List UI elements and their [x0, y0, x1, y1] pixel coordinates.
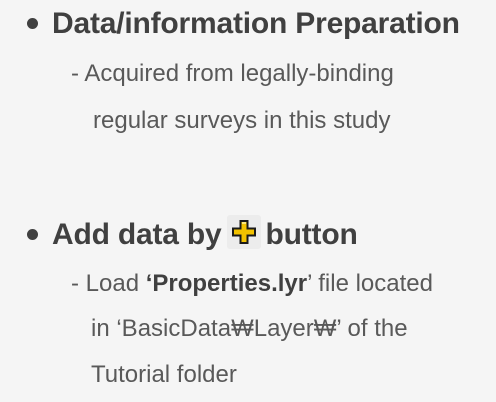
bullet-dot	[27, 229, 38, 240]
sub-line: Tutorial folder	[91, 361, 237, 388]
sub-text: - Load	[71, 270, 146, 297]
heading-prefix: Add data by	[52, 218, 222, 251]
sub-text: ’ file located	[307, 270, 433, 297]
sub-line: in ‘BasicData₩Layer₩’ of the	[91, 315, 408, 342]
add-data-plus-icon	[227, 215, 262, 249]
sub-line: regular surveys in this study	[93, 107, 391, 134]
bullet-heading: Add data by button	[52, 213, 358, 257]
bullet-dot	[27, 18, 38, 29]
bullet-heading: Data/information Preparation	[52, 7, 460, 40]
heading-suffix: button	[265, 218, 358, 251]
file-name: ‘Properties.lyr	[145, 270, 308, 297]
sub-line: - Acquired from legally-binding	[71, 60, 394, 87]
plus-icon-glyph	[232, 220, 257, 244]
sub-line: - Load ‘Properties.lyr’ file located	[71, 266, 433, 302]
